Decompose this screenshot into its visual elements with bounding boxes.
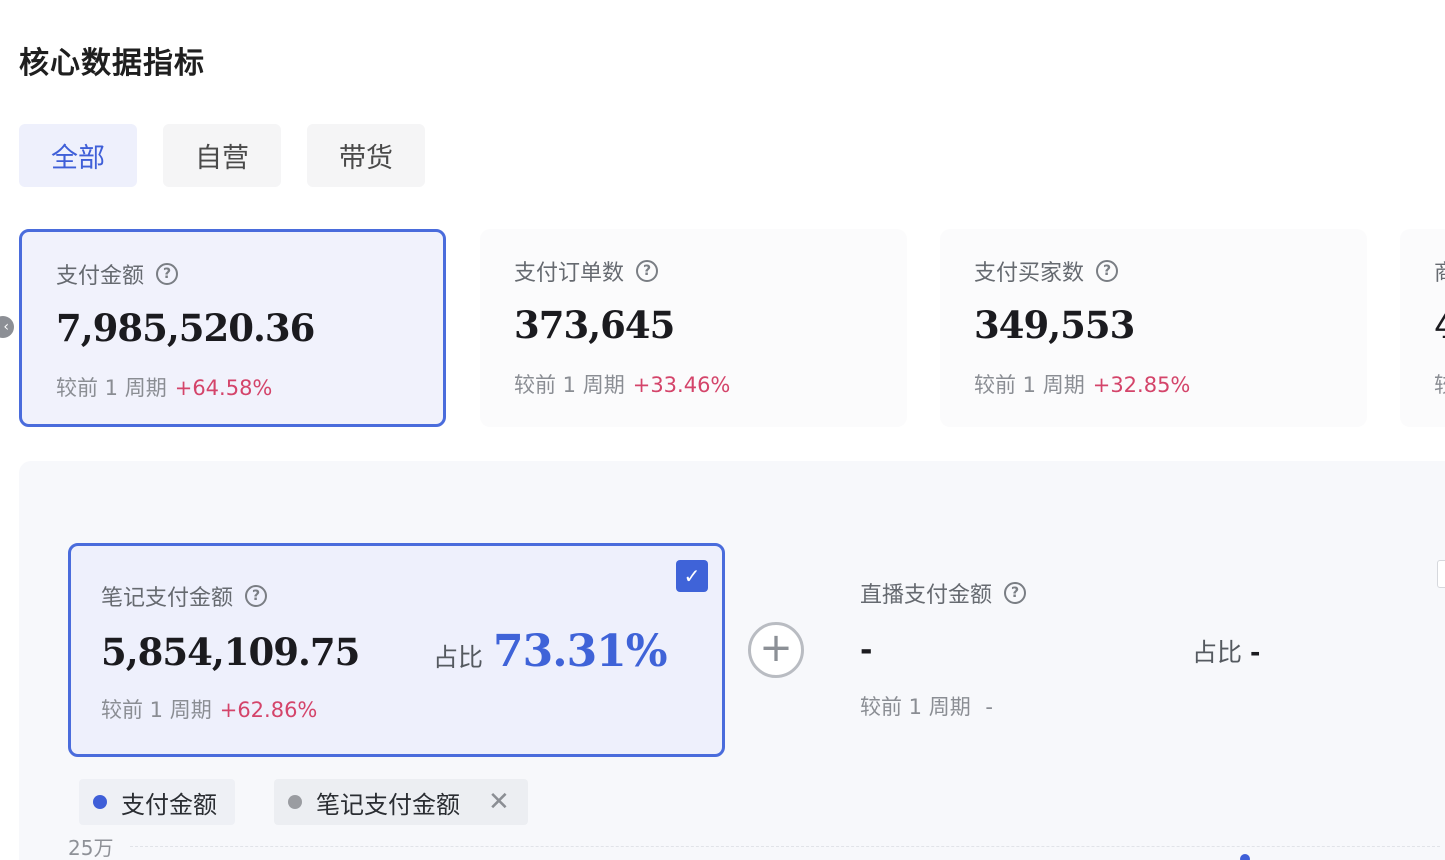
legend-dot-icon — [93, 795, 107, 809]
share-row: 占比 73.31% — [433, 626, 668, 677]
metric-card-payment-amount[interactable]: 支付金额 ? 7,985,520.36 较前 1 周期 +64.58% — [19, 229, 446, 427]
compare-label: 较前 1 周期 — [101, 698, 212, 722]
metric-compare: 较前 1 周期 +32.85% — [974, 369, 1190, 399]
core-metrics-page: ‹ 核心数据指标 全部 自营 带货 支付金额 ? 7,985,520.36 较前… — [0, 0, 1445, 860]
sub-metric-label: 笔记支付金额 — [101, 586, 234, 611]
sub-metric-value: 5,854,109.75 — [101, 630, 360, 674]
compare-label: 较前 1 周期 — [56, 376, 167, 400]
partial-checkbox[interactable] — [1437, 560, 1445, 588]
check-icon[interactable]: ✓ — [676, 560, 708, 592]
tab-affiliate[interactable]: 带货 — [307, 124, 425, 187]
sub-metric-value: - — [860, 633, 873, 668]
metric-label: 支付订单数 — [514, 261, 625, 286]
legend-item-note-payment[interactable]: 笔记支付金额 ✕ — [274, 779, 528, 825]
share-label: 占比 — [1192, 638, 1243, 667]
metric-card-partial[interactable]: 商 4 较 — [1400, 229, 1445, 427]
compare-label: 较前 1 周期 — [514, 373, 625, 397]
change-value: - — [985, 695, 993, 719]
y-axis-tick: 25万 — [68, 836, 114, 860]
metric-card-buyer-count[interactable]: 支付买家数 ? 349,553 较前 1 周期 +32.85% — [940, 229, 1367, 427]
metric-label: 支付买家数 — [974, 261, 1085, 286]
metric-label-row: 支付金额 ? — [56, 258, 179, 290]
share-row: 占比 - — [1192, 633, 1260, 669]
change-value: +64.58% — [174, 376, 273, 400]
chart-data-point[interactable] — [1240, 854, 1250, 860]
compare-label: 较前 1 周期 — [860, 695, 971, 719]
metric-value: 349,553 — [974, 303, 1135, 347]
metric-compare: 较前 1 周期 +33.46% — [514, 369, 730, 399]
scroll-left-arrow-icon[interactable]: ‹ — [0, 316, 14, 338]
metric-label-row: 支付订单数 ? — [514, 255, 659, 287]
legend-label: 笔记支付金额 — [316, 790, 460, 819]
chart-gridline — [130, 846, 1440, 847]
change-value: +62.86% — [219, 698, 318, 722]
sub-metric-label: 直播支付金额 — [860, 583, 993, 608]
tab-all[interactable]: 全部 — [19, 124, 137, 187]
plus-icon[interactable]: + — [748, 622, 804, 678]
sub-metric-compare: 较前 1 周期 +62.86% — [101, 694, 317, 724]
metric-compare: 较前 1 周期 +64.58% — [56, 372, 272, 402]
metric-label: 商 — [1434, 255, 1445, 287]
metric-card-order-count[interactable]: 支付订单数 ? 373,645 较前 1 周期 +33.46% — [480, 229, 907, 427]
legend-item-payment-amount[interactable]: 支付金额 — [79, 779, 235, 825]
help-icon[interactable]: ? — [636, 260, 659, 282]
page-title: 核心数据指标 — [19, 46, 205, 81]
share-label: 占比 — [433, 643, 484, 672]
help-icon[interactable]: ? — [156, 263, 179, 285]
compare-label: 较 — [1434, 373, 1445, 397]
sub-metric-card-note-payment[interactable]: 笔记支付金额 ? 5,854,109.75 占比 73.31% 较前 1 周期 +… — [68, 543, 725, 757]
metric-label-row: 支付买家数 ? — [974, 255, 1119, 287]
close-icon[interactable]: ✕ — [488, 787, 510, 817]
help-icon[interactable]: ? — [1096, 260, 1119, 282]
change-value: +33.46% — [632, 373, 731, 397]
legend-dot-icon — [288, 795, 302, 809]
compare-label: 较前 1 周期 — [974, 373, 1085, 397]
change-value: +32.85% — [1092, 373, 1191, 397]
sub-metric-card-live-payment[interactable]: 直播支付金额 ? - 占比 - 较前 1 周期 - — [830, 543, 1370, 757]
share-value: - — [1250, 638, 1261, 667]
metric-label: 支付金额 — [56, 264, 145, 289]
sub-metric-label-row: 直播支付金额 ? — [860, 577, 1027, 609]
sub-metric-label-row: 笔记支付金额 ? — [101, 580, 268, 612]
metric-value: 7,985,520.36 — [56, 306, 315, 350]
sub-metric-compare: 较前 1 周期 - — [860, 691, 993, 721]
metric-value: 4 — [1434, 303, 1445, 347]
help-icon[interactable]: ? — [1004, 582, 1027, 604]
help-icon[interactable]: ? — [245, 585, 268, 607]
metric-value: 373,645 — [514, 303, 675, 347]
share-value: 73.31% — [493, 626, 668, 677]
tab-self-operated[interactable]: 自营 — [163, 124, 281, 187]
legend-label: 支付金额 — [121, 790, 217, 819]
